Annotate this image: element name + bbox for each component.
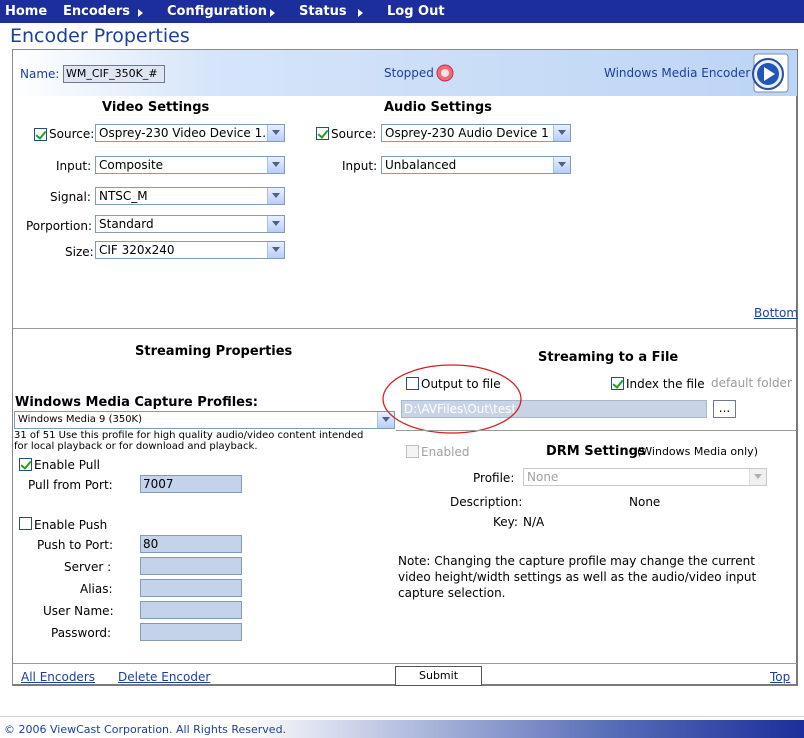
chevron-down-icon[interactable] (267, 125, 284, 141)
delete-encoder-link[interactable]: Delete Encoder (118, 670, 210, 684)
all-encoders-link[interactable]: All Encoders (21, 670, 95, 684)
audio-source-checkbox[interactable] (316, 127, 329, 140)
signal-value: NTSC_M (99, 189, 148, 203)
chevron-down-icon[interactable] (749, 469, 766, 485)
alias-input[interactable] (140, 579, 242, 597)
drm-description-label: Description: (450, 495, 523, 509)
username-label: User Name: (43, 604, 114, 618)
alias-label: Alias: (80, 582, 113, 596)
chevron-down-icon[interactable] (267, 157, 284, 173)
drm-profile-label: Profile: (473, 471, 515, 485)
chevron-right-icon (270, 9, 275, 17)
submit-button[interactable]: Submit (395, 666, 482, 686)
video-source-label: Source: (49, 127, 95, 141)
video-settings-heading: Video Settings (102, 100, 210, 115)
drm-profile-value: None (527, 470, 559, 484)
push-port-input[interactable]: 80 (140, 535, 242, 553)
browse-button[interactable]: ... (713, 400, 736, 418)
proportion-select[interactable]: Standard (95, 215, 285, 233)
drm-description-value: None (629, 495, 661, 509)
drm-key-label: Key: (493, 515, 518, 529)
top-link[interactable]: Top (770, 670, 790, 684)
push-port-label: Push to Port: (37, 538, 113, 552)
name-input[interactable]: WM_CIF_350K_# (63, 65, 165, 83)
status-text: Stopped (384, 66, 434, 80)
audio-input-value: Unbalanced (385, 158, 457, 172)
size-label: Size: (65, 245, 94, 259)
annotation-ellipse (382, 364, 522, 434)
size-select[interactable]: CIF 320x240 (95, 241, 285, 259)
chevron-down-icon[interactable] (267, 216, 284, 232)
drm-subheading: (Windows Media only) (637, 445, 758, 458)
video-input-label: Input: (56, 159, 92, 173)
chevron-down-icon[interactable] (553, 157, 570, 173)
proportion-value: Standard (99, 217, 154, 231)
chevron-down-icon[interactable] (267, 242, 284, 258)
nav-home[interactable]: Home (5, 4, 47, 19)
chevron-down-icon[interactable] (553, 125, 570, 141)
drm-key-value: N/A (523, 515, 545, 529)
capture-profile-note: Note: Changing the capture profile may c… (398, 554, 757, 600)
footer-divider (0, 716, 804, 717)
audio-source-select[interactable]: Osprey-230 Audio Device 1 (381, 124, 571, 142)
password-label: Password: (51, 626, 112, 640)
capture-profile-select[interactable]: Windows Media 9 (350K) (14, 411, 395, 429)
drm-profile-select[interactable]: None (523, 468, 767, 486)
capture-profile-value: Windows Media 9 (350K) (18, 414, 143, 425)
page-title: Encoder Properties (10, 25, 190, 47)
default-folder-link[interactable]: default folder (711, 376, 792, 390)
pull-port-label: Pull from Port: (28, 478, 113, 492)
bottom-link[interactable]: Bottom (754, 306, 798, 320)
username-input[interactable] (140, 601, 242, 619)
video-input-value: Composite (99, 158, 164, 172)
nav-configuration[interactable]: Configuration (167, 4, 267, 19)
video-source-checkbox[interactable] (34, 128, 47, 141)
drm-enabled-checkbox[interactable] (406, 445, 419, 458)
video-source-select[interactable]: Osprey-230 Video Device 1.5 (95, 124, 285, 142)
profile-description: 31 of 51 Use this profile for high quali… (14, 430, 364, 452)
chevron-down-icon[interactable] (267, 188, 284, 204)
section-divider (13, 328, 797, 329)
stopped-status-icon (436, 64, 454, 82)
signal-label: Signal: (50, 190, 91, 204)
top-nav-bar: Home Encoders Configuration Status Log O… (0, 0, 804, 23)
audio-input-select[interactable]: Unbalanced (381, 156, 571, 174)
server-input[interactable] (140, 557, 242, 575)
streaming-file-heading: Streaming to a File (538, 350, 679, 365)
audio-input-label: Input: (342, 159, 378, 173)
drm-divider (396, 430, 797, 431)
windows-media-player-icon (752, 53, 789, 93)
video-input-select[interactable]: Composite (95, 156, 285, 174)
chevron-right-icon (138, 9, 143, 17)
drm-settings-heading: DRM Settings (546, 444, 646, 459)
drm-enabled-label: Enabled (421, 445, 470, 459)
nav-status[interactable]: Status (299, 4, 347, 19)
enable-pull-label: Enable Pull (34, 458, 100, 472)
server-label: Server : (64, 560, 112, 574)
enable-push-checkbox[interactable] (19, 517, 32, 530)
enable-pull-checkbox[interactable] (19, 458, 32, 471)
proportion-label: Porportion: (26, 219, 93, 233)
enable-push-label: Enable Push (34, 518, 108, 532)
audio-source-value: Osprey-230 Audio Device 1 (385, 126, 549, 140)
index-file-checkbox[interactable] (611, 377, 624, 390)
video-source-value: Osprey-230 Video Device 1.5 (99, 126, 274, 140)
bottom-divider (13, 663, 797, 664)
nav-log-out[interactable]: Log Out (387, 4, 445, 19)
password-input[interactable] (140, 623, 242, 641)
name-label: Name: (20, 67, 60, 81)
encoder-type-label: Windows Media Encoder (604, 66, 751, 80)
pull-port-input[interactable]: 7007 (140, 475, 242, 493)
nav-encoders[interactable]: Encoders (63, 4, 130, 19)
audio-source-label: Source: (331, 127, 377, 141)
streaming-properties-heading: Streaming Properties (135, 344, 293, 359)
copyright-text: © 2006 ViewCast Corporation. All Rights … (4, 723, 287, 736)
index-file-label: Index the file (626, 377, 705, 391)
size-value: CIF 320x240 (99, 243, 175, 257)
signal-select[interactable]: NTSC_M (95, 187, 285, 205)
chevron-right-icon (358, 9, 363, 17)
audio-settings-heading: Audio Settings (384, 100, 492, 115)
capture-profiles-label: Windows Media Capture Profiles: (15, 395, 258, 410)
